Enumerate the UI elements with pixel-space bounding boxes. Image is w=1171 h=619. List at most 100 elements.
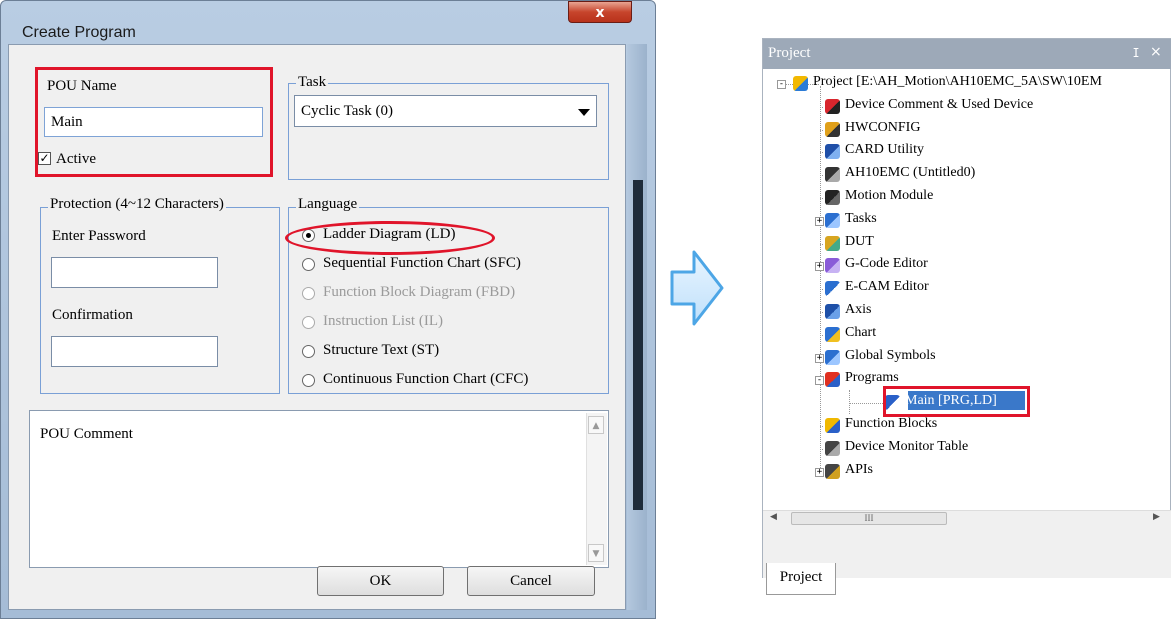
language-option-st[interactable]: Structure Text (ST) xyxy=(323,342,439,359)
language-label: Language xyxy=(296,196,360,213)
device-comment-icon xyxy=(825,98,840,114)
monitor-table-icon xyxy=(825,440,840,456)
tree-item-label: APIs xyxy=(845,461,874,477)
tree-item-label: DUT xyxy=(845,233,874,249)
tree-item[interactable]: Motion Module xyxy=(763,187,1171,209)
tree-item-label: Global Symbols xyxy=(845,347,936,363)
ecam-icon xyxy=(825,281,840,297)
main-program-highlight xyxy=(883,386,1030,417)
protection-label: Protection (4~12 Characters) xyxy=(48,196,226,213)
tree-item[interactable]: + G-Code Editor xyxy=(763,255,1171,277)
pou-name-input[interactable] xyxy=(44,107,263,137)
tree-item[interactable]: Device Monitor Table xyxy=(763,438,1171,460)
confirmation-input[interactable] xyxy=(51,336,218,367)
tree-item[interactable]: CARD Utility xyxy=(763,141,1171,163)
pou-comment-label: POU Comment xyxy=(40,426,133,442)
card-utility-icon xyxy=(825,144,840,160)
tree-item[interactable]: E-CAM Editor xyxy=(763,278,1171,300)
tree-item-label: Device Comment & Used Device xyxy=(845,96,1034,112)
expand-icon[interactable]: + xyxy=(815,262,824,272)
scroll-left-icon[interactable]: ◀ xyxy=(770,512,777,522)
background-scrollbar-thumb xyxy=(633,180,643,510)
programs-icon xyxy=(825,372,840,388)
tree-item-label: Axis xyxy=(845,302,872,317)
tree-item[interactable]: Axis xyxy=(763,301,1171,323)
ok-button[interactable]: OK xyxy=(317,566,444,596)
tree-item-label: AH10EMC (Untitled0) xyxy=(845,165,976,181)
tree-item[interactable]: Function Blocks xyxy=(763,415,1171,437)
tree-item-label: E-CAM Editor xyxy=(845,279,929,295)
radio-st[interactable] xyxy=(302,345,315,358)
language-option-cfc[interactable]: Continuous Function Chart (CFC) xyxy=(323,371,528,388)
collapse-icon[interactable]: - xyxy=(815,376,824,386)
scroll-right-icon[interactable]: ▶ xyxy=(1153,512,1160,522)
ld-highlight-oval xyxy=(285,221,495,255)
tree-item-label: Project [E:\AH_Motion\AH10EMC_5A\SW\10EM xyxy=(813,74,1102,89)
project-tree[interactable]: - Project [E:\AH_Motion\AH10EMC_5A\SW\10E… xyxy=(763,70,1171,510)
dialog-title: Create Program xyxy=(22,24,136,41)
scroll-thumb[interactable]: III xyxy=(791,512,947,525)
expand-icon[interactable]: + xyxy=(815,467,824,477)
language-option-il: Instruction List (IL) xyxy=(323,313,443,329)
gcode-icon xyxy=(825,258,840,274)
hwconfig-icon xyxy=(825,121,840,137)
radio-cfc[interactable] xyxy=(302,374,315,387)
password-label: Enter Password xyxy=(52,228,146,244)
comment-scrollbar[interactable] xyxy=(586,413,607,565)
tree-item[interactable]: DUT xyxy=(763,233,1171,255)
tree-item[interactable]: + Tasks xyxy=(763,210,1171,232)
collapse-icon[interactable]: - xyxy=(777,80,786,89)
close-button[interactable]: x xyxy=(568,1,632,23)
motion-module-icon xyxy=(825,190,840,205)
apis-icon xyxy=(825,463,840,479)
chevron-down-icon[interactable] xyxy=(578,109,590,116)
global-symbols-icon xyxy=(825,349,840,365)
tree-item[interactable]: - Project [E:\AH_Motion\AH10EMC_5A\SW\10E… xyxy=(763,73,1171,95)
radio-sfc[interactable] xyxy=(302,258,315,271)
tree-item-label: Motion Module xyxy=(845,188,934,203)
tree-item-label: G-Code Editor xyxy=(845,256,928,272)
language-option-sfc[interactable]: Sequential Function Chart (SFC) xyxy=(323,255,521,272)
function-blocks-icon xyxy=(825,418,840,433)
radio-fbd xyxy=(302,287,315,300)
tree-item[interactable]: HWCONFIG xyxy=(763,119,1171,141)
pou-name-label: POU Name xyxy=(47,78,117,94)
tree-item-label: CARD Utility xyxy=(845,142,924,158)
expand-icon[interactable]: + xyxy=(815,353,824,363)
active-label: Active xyxy=(56,151,96,167)
controller-icon xyxy=(825,167,840,183)
scroll-down-icon[interactable]: ▼ xyxy=(588,544,604,562)
language-option-fbd: Function Block Diagram (FBD) xyxy=(323,284,516,300)
arrow-right-icon xyxy=(670,250,724,326)
tree-item-label: Device Monitor Table xyxy=(845,438,969,454)
tree-item-label: Tasks xyxy=(845,210,877,226)
tree-item-label: Chart xyxy=(845,324,877,340)
tree-item[interactable]: AH10EMC (Untitled0) xyxy=(763,164,1171,186)
project-panel-header xyxy=(763,39,1171,69)
chart-icon xyxy=(825,326,840,342)
radio-il xyxy=(302,316,315,329)
tree-item[interactable]: + Global Symbols xyxy=(763,347,1171,369)
pin-icon[interactable]: ⵊ xyxy=(1133,46,1139,60)
scroll-up-icon[interactable]: ▲ xyxy=(588,416,604,434)
project-icon xyxy=(793,76,808,91)
tab-project[interactable]: Project xyxy=(766,563,836,595)
confirmation-label: Confirmation xyxy=(52,307,133,323)
tree-item-label: Programs xyxy=(845,370,899,386)
close-icon[interactable]: × xyxy=(1150,44,1162,60)
tree-item[interactable]: Device Comment & Used Device xyxy=(763,96,1171,118)
active-checkbox[interactable]: ✓ xyxy=(38,152,51,165)
password-input[interactable] xyxy=(51,257,218,288)
tree-item-label: Function Blocks xyxy=(845,416,938,431)
project-panel-title: Project xyxy=(768,45,811,61)
task-dropdown-value: Cyclic Task (0) xyxy=(301,103,393,119)
task-label: Task xyxy=(296,74,329,91)
expand-icon[interactable]: + xyxy=(815,216,824,226)
tasks-icon xyxy=(825,212,840,228)
tree-item[interactable]: Chart xyxy=(763,324,1171,346)
axis-icon xyxy=(825,304,840,319)
tree-item[interactable]: + APIs xyxy=(763,461,1171,483)
dut-icon xyxy=(825,235,840,251)
tree-item-label: HWCONFIG xyxy=(845,119,921,135)
cancel-button[interactable]: Cancel xyxy=(467,566,595,596)
